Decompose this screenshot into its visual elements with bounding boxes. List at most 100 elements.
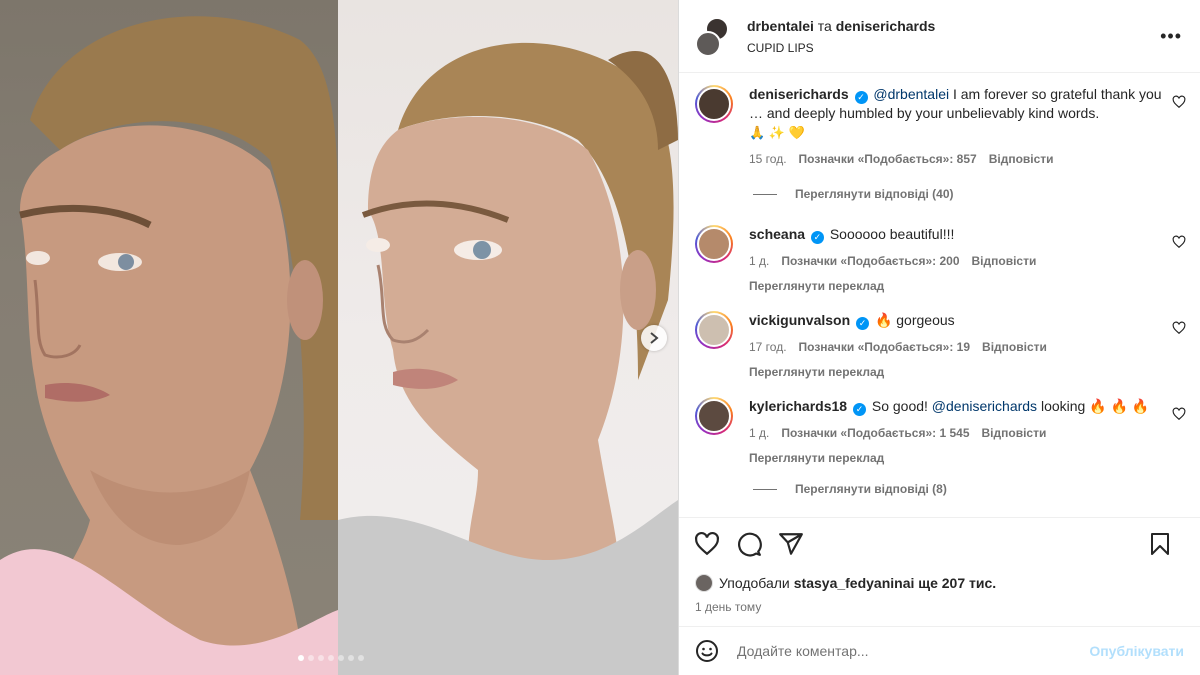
comment-text: Soooooo beautiful!!! — [829, 226, 955, 242]
replies-divider — [753, 193, 777, 195]
reply-button[interactable]: Відповісти — [982, 338, 1047, 357]
view-replies-label: Переглянути відповіді (8) — [795, 482, 947, 496]
avatar — [695, 31, 721, 57]
send-icon — [779, 533, 803, 555]
comment-meta: 1 д. Позначки «Подобається»: 1 545 Відпо… — [749, 424, 1162, 443]
comment-text: 🔥 gorgeous — [874, 312, 955, 328]
like-button[interactable] — [693, 530, 721, 558]
view-replies-button[interactable]: Переглянути відповіді (40) — [753, 187, 954, 201]
comment-input[interactable] — [737, 643, 1090, 659]
next-slide-button[interactable] — [641, 325, 667, 351]
post-view: drbentalei та deniserichards CUPID LIPS … — [0, 0, 1200, 675]
post-actions-bar — [679, 517, 1200, 570]
bookmark-icon — [1151, 533, 1169, 555]
heart-icon — [695, 531, 719, 556]
liker-avatar[interactable] — [695, 574, 713, 592]
verified-badge-icon: ✓ — [810, 231, 824, 244]
avatar[interactable] — [695, 311, 733, 349]
like-comment-heart-icon[interactable] — [1172, 235, 1186, 249]
comment-emoji: 🙏 ✨ 💛 — [749, 125, 805, 140]
before-photo — [0, 0, 338, 675]
before-face-illustration — [0, 16, 338, 675]
post-audio-label[interactable]: CUPID LIPS — [747, 41, 935, 55]
comment-username[interactable]: vickigunvalson — [749, 312, 850, 328]
publish-button[interactable]: Опублікувати — [1089, 643, 1184, 659]
add-comment-bar: Опублікувати — [679, 626, 1200, 675]
comment-time[interactable]: 1 д. — [749, 252, 769, 271]
carousel-dot — [338, 655, 344, 661]
translate-button[interactable]: Переглянути переклад — [749, 277, 1162, 296]
post-timestamp[interactable]: 1 день тому — [679, 596, 1200, 626]
chevron-right-icon — [650, 332, 659, 344]
avatar[interactable] — [695, 397, 733, 435]
post-header: drbentalei та deniserichards CUPID LIPS … — [679, 0, 1200, 73]
comment-username[interactable]: scheana — [749, 226, 805, 242]
save-button[interactable] — [1146, 530, 1174, 558]
comment-button[interactable] — [735, 530, 763, 558]
carousel-indicator — [298, 655, 364, 661]
like-comment-heart-icon[interactable] — [1172, 407, 1186, 421]
post-side-panel: drbentalei та deniserichards CUPID LIPS … — [678, 0, 1200, 675]
likes-summary: Уподобали stasya_fedyanina і ще 207 тис. — [679, 570, 1200, 596]
comment-likes[interactable]: Позначки «Подобається»: 19 — [799, 338, 970, 357]
carousel-dot — [348, 655, 354, 661]
comment-item: kylerichards18 ✓ So good! @deniserichard… — [695, 397, 1186, 468]
comment-item: deniserichards ✓ @drbentalei I am foreve… — [695, 85, 1186, 169]
author-conjunction: та — [817, 17, 832, 34]
likes-count[interactable]: і ще 207 тис. — [911, 575, 997, 591]
after-photo — [338, 0, 678, 675]
comment-meta: 1 д. Позначки «Подобається»: 200 Відпові… — [749, 252, 1162, 271]
post-authors: drbentalei та deniserichards — [747, 18, 935, 34]
like-comment-heart-icon[interactable] — [1172, 321, 1186, 335]
translate-button[interactable]: Переглянути переклад — [749, 363, 1162, 382]
comment-time[interactable]: 15 год. — [749, 150, 787, 169]
verified-badge-icon: ✓ — [854, 91, 868, 104]
carousel-dot — [318, 655, 324, 661]
post-author-info: drbentalei та deniserichards CUPID LIPS — [747, 18, 935, 55]
avatar[interactable] — [695, 85, 733, 123]
reply-button[interactable]: Відповісти — [989, 150, 1054, 169]
post-media[interactable] — [0, 0, 678, 675]
collab-username[interactable]: deniserichards — [836, 18, 936, 34]
reply-button[interactable]: Відповісти — [982, 424, 1047, 443]
comment-body: deniserichards ✓ @drbentalei I am foreve… — [749, 85, 1162, 169]
carousel-dot — [358, 655, 364, 661]
comment-mention[interactable]: @deniserichards — [932, 398, 1037, 414]
comment-bubble-icon — [738, 532, 762, 557]
more-options-button[interactable]: ••• — [1160, 26, 1182, 47]
author-username[interactable]: drbentalei — [747, 18, 814, 34]
comment-time[interactable]: 1 д. — [749, 424, 769, 443]
after-face-illustration — [338, 42, 678, 675]
verified-badge-icon: ✓ — [856, 317, 870, 330]
view-replies-label: Переглянути відповіді (40) — [795, 187, 954, 201]
likes-prefix: Уподобали — [719, 575, 790, 591]
carousel-dot — [308, 655, 314, 661]
view-replies-button[interactable]: Переглянути відповіді (8) — [753, 482, 947, 496]
like-comment-heart-icon[interactable] — [1172, 95, 1186, 109]
emoji-icon[interactable] — [695, 639, 719, 663]
comment-meta: 17 год. Позначки «Подобається»: 19 Відпо… — [749, 338, 1162, 357]
liker-username[interactable]: stasya_fedyanina — [794, 575, 911, 591]
comment-meta: 15 год. Позначки «Подобається»: 857 Відп… — [749, 150, 1162, 169]
comment-item: vickigunvalson ✓ 🔥 gorgeous 17 год. Позн… — [695, 311, 1186, 382]
comment-likes[interactable]: Позначки «Подобається»: 857 — [799, 150, 977, 169]
translate-button[interactable]: Переглянути переклад — [749, 449, 1162, 468]
comment-mention[interactable]: @drbentalei — [873, 86, 949, 102]
comment-body: scheana ✓ Soooooo beautiful!!! 1 д. Позн… — [749, 225, 1162, 296]
comment-likes[interactable]: Позначки «Подобається»: 200 — [781, 252, 959, 271]
carousel-dot — [298, 655, 304, 661]
comment-username[interactable]: kylerichards18 — [749, 398, 847, 414]
comment-text: So good! — [871, 398, 932, 414]
comment-body: vickigunvalson ✓ 🔥 gorgeous 17 год. Позн… — [749, 311, 1162, 382]
comment-text: looking 🔥 🔥 🔥 — [1037, 398, 1150, 414]
avatar[interactable] — [695, 225, 733, 263]
comment-username[interactable]: deniserichards — [749, 86, 849, 102]
verified-badge-icon: ✓ — [852, 403, 866, 416]
comments-list: deniserichards ✓ @drbentalei I am foreve… — [679, 73, 1200, 517]
comment-time[interactable]: 17 год. — [749, 338, 787, 357]
carousel-dot — [328, 655, 334, 661]
comment-likes[interactable]: Позначки «Подобається»: 1 545 — [781, 424, 969, 443]
share-button[interactable] — [777, 530, 805, 558]
reply-button[interactable]: Відповісти — [972, 252, 1037, 271]
collab-avatars[interactable] — [695, 17, 733, 57]
